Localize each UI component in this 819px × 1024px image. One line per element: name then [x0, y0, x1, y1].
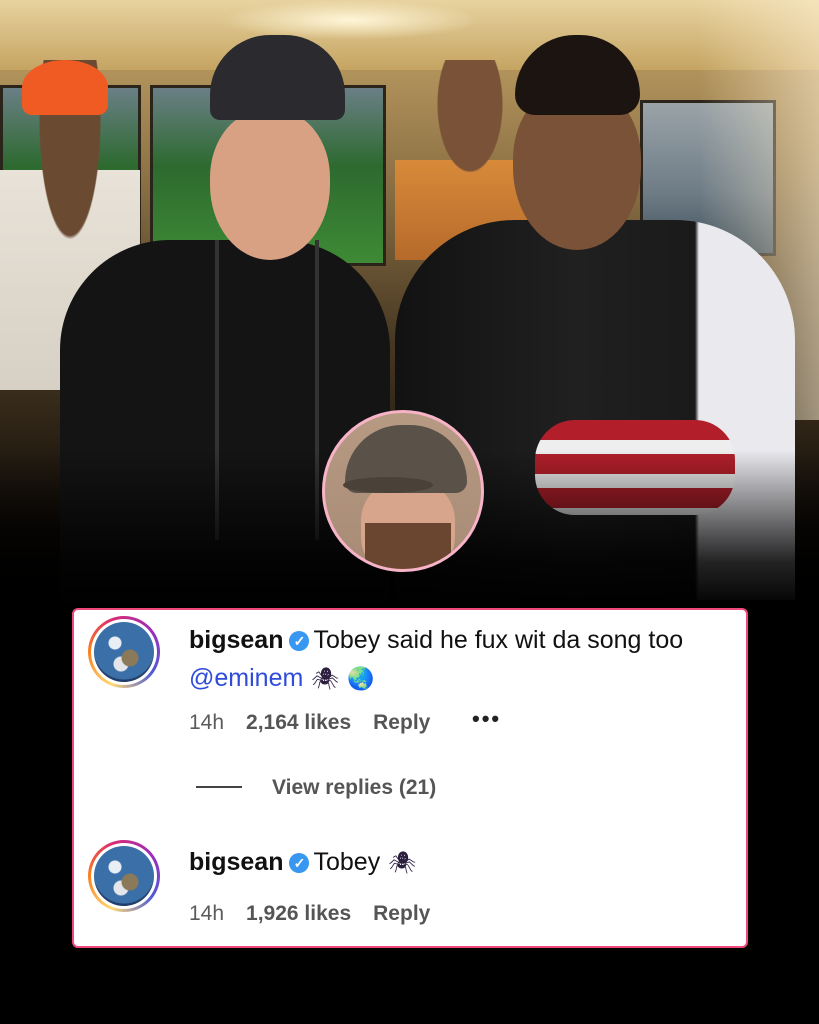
avatar[interactable]	[88, 616, 160, 688]
inset-avatar	[322, 410, 484, 572]
more-options-icon[interactable]: •••	[472, 706, 501, 732]
face	[210, 110, 330, 260]
reply-button[interactable]: Reply	[373, 711, 430, 734]
likes-count[interactable]: 2,164 likes	[246, 711, 351, 734]
likes-count[interactable]: 1,926 likes	[246, 902, 351, 925]
view-replies-label: View replies (21)	[272, 776, 437, 799]
comment-meta: 14h 2,164 likes Reply	[189, 710, 452, 736]
comment-time: 14h	[189, 711, 225, 734]
comment-text: Tobey	[313, 848, 381, 876]
username[interactable]: bigsean	[189, 848, 283, 876]
inset-beard	[365, 523, 451, 569]
earth-icon	[94, 622, 154, 682]
spider-icon: 🕷	[388, 851, 417, 876]
avatar[interactable]	[88, 840, 160, 912]
spider-icon: 🕷	[311, 667, 340, 692]
comment-time: 14h	[189, 902, 225, 925]
comment-text: Tobey said he fux wit da song too	[313, 626, 684, 654]
comment-meta: 14h 1,926 likes Reply	[189, 901, 452, 927]
globe-icon: 🌏	[347, 667, 375, 692]
reply-button[interactable]: Reply	[373, 902, 430, 925]
inset-cap-brim	[343, 477, 433, 493]
earth-icon	[94, 846, 154, 906]
mention-link[interactable]: @eminem	[189, 664, 303, 692]
hair	[515, 35, 640, 115]
comment-text-line: bigsean ✓ Tobey 🕷	[189, 846, 416, 880]
view-replies-button[interactable]: View replies (21)	[196, 776, 436, 800]
replies-divider	[196, 786, 242, 788]
avatar-inner	[91, 619, 157, 685]
verified-badge-icon: ✓	[289, 853, 310, 873]
comment-text-line-2: @eminem 🕷 🌏	[189, 662, 375, 696]
black-cap	[210, 35, 345, 120]
comment-text-line: bigsean ✓ Tobey said he fux wit da song to…	[189, 624, 683, 656]
comments-card: bigsean ✓ Tobey said he fux wit da song to…	[72, 608, 748, 948]
username[interactable]: bigsean	[189, 626, 283, 654]
avatar-inner	[91, 843, 157, 909]
verified-badge-icon: ✓	[289, 631, 310, 651]
